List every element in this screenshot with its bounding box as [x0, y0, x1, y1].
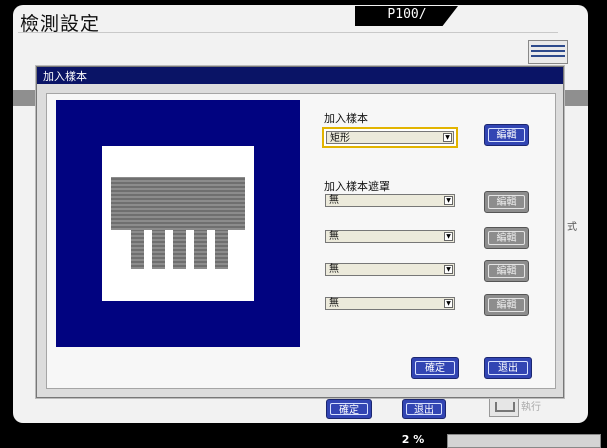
sample-pattern-leg	[152, 230, 165, 269]
mask-select-4[interactable]: 無 ▼	[325, 297, 455, 310]
dropdown-arrow-icon[interactable]: ▼	[444, 299, 453, 308]
sample-shape-select-field: 矩形 ▼	[326, 131, 454, 144]
mask-select-4-value: 無	[329, 298, 339, 309]
sample-pattern-leg	[215, 230, 228, 269]
status-field	[447, 434, 601, 448]
main-exit-button[interactable]: 退出	[402, 399, 446, 419]
add-sample-dialog: 加入樣本 加入樣本 矩形 ▼ 編輯 加入樣本遮罩 無 ▼ 編輯 無 ▼ 編輯 無…	[36, 66, 564, 398]
mask-edit-button-1[interactable]: 編輯	[484, 191, 529, 213]
dialog-confirm-button-label: 確定	[415, 361, 455, 375]
sample-pattern-body	[111, 177, 245, 230]
sample-pattern-leg	[194, 230, 207, 269]
sample-section-label: 加入樣本	[324, 112, 368, 125]
main-confirm-button[interactable]: 確定	[326, 399, 372, 419]
panel-icon[interactable]	[528, 40, 568, 64]
mask-select-1-value: 無	[329, 195, 339, 206]
sample-shape-select-value: 矩形	[330, 133, 350, 144]
dialog-titlebar[interactable]: 加入樣本	[37, 67, 563, 84]
main-window-tab-label: P100/	[387, 7, 427, 22]
mask-edit-button-4-label: 編輯	[488, 298, 525, 312]
mask-edit-button-1-label: 編輯	[488, 195, 525, 209]
mask-edit-button-3[interactable]: 編輯	[484, 260, 529, 282]
printer-icon[interactable]	[489, 397, 519, 417]
dropdown-arrow-icon[interactable]: ▼	[444, 196, 453, 205]
mask-select-2[interactable]: 無 ▼	[325, 230, 455, 243]
main-confirm-button-label: 確定	[330, 403, 368, 416]
status-percent: 2 %	[401, 433, 425, 446]
mask-select-3[interactable]: 無 ▼	[325, 263, 455, 276]
dialog-exit-button-label: 退出	[488, 361, 528, 375]
sample-pattern-leg	[131, 230, 144, 269]
dropdown-arrow-icon[interactable]: ▼	[444, 232, 453, 241]
mask-select-2-value: 無	[329, 231, 339, 242]
side-text: 式	[567, 222, 577, 233]
mask-edit-button-4[interactable]: 編輯	[484, 294, 529, 316]
divider	[18, 32, 558, 33]
sample-preview	[56, 100, 300, 347]
mask-select-1[interactable]: 無 ▼	[325, 194, 455, 207]
mask-edit-button-2-label: 編輯	[488, 231, 525, 245]
main-exit-button-label: 退出	[406, 403, 442, 416]
sample-shape-select[interactable]: 矩形 ▼	[322, 127, 458, 148]
sample-pattern-card	[102, 146, 254, 301]
dropdown-arrow-icon[interactable]: ▼	[444, 265, 453, 274]
mask-select-3-value: 無	[329, 264, 339, 275]
dropdown-arrow-icon[interactable]: ▼	[443, 133, 452, 142]
dialog-body: 加入樣本 矩形 ▼ 編輯 加入樣本遮罩 無 ▼ 編輯 無 ▼ 編輯 無 ▼ 編輯…	[46, 93, 556, 389]
dialog-confirm-button[interactable]: 確定	[411, 357, 459, 379]
sample-edit-button-label: 編輯	[488, 128, 525, 142]
mask-edit-button-2[interactable]: 編輯	[484, 227, 529, 249]
dialog-exit-button[interactable]: 退出	[484, 357, 532, 379]
print-label: 執行	[521, 402, 541, 413]
sample-edit-button[interactable]: 編輯	[484, 124, 529, 146]
sample-pattern-leg	[173, 230, 186, 269]
mask-section-label: 加入樣本遮罩	[324, 180, 390, 193]
mask-edit-button-3-label: 編輯	[488, 264, 525, 278]
dialog-title: 加入樣本	[43, 70, 87, 83]
